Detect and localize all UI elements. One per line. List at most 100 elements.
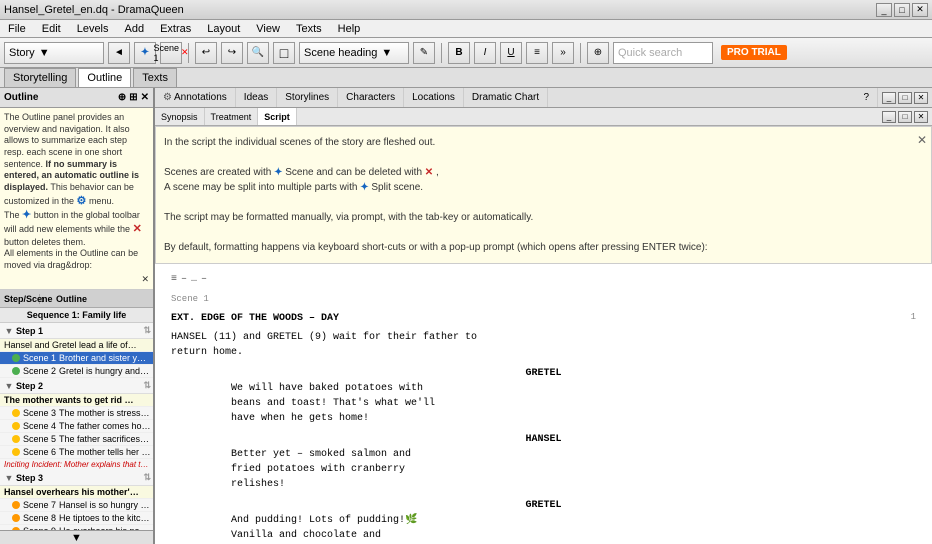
scene-1-text: Brother and sister yearn for their dear …: [59, 353, 151, 363]
tab-annotations[interactable]: ⚙ Annotations: [155, 88, 236, 107]
maximize-button[interactable]: □: [894, 3, 910, 17]
tab-storylines[interactable]: Storylines: [277, 88, 338, 107]
minimize-button[interactable]: _: [876, 3, 892, 17]
undo-button[interactable]: ↩: [195, 42, 217, 64]
outline-icon-2[interactable]: ⊞: [129, 92, 137, 103]
format-icon-3[interactable]: …: [191, 272, 197, 287]
outline-icon-1[interactable]: ⊕: [118, 92, 126, 103]
format-icon-2[interactable]: –: [181, 272, 187, 287]
scene-type-arrow: ▼: [381, 47, 392, 59]
more-btn[interactable]: »: [552, 42, 574, 64]
menu-edit[interactable]: Edit: [38, 23, 65, 35]
tab-help[interactable]: ?: [855, 88, 878, 107]
col-outline-header: Outline: [52, 294, 153, 304]
scene-2-row[interactable]: Scene 2 Gretel is hungry and inconsolabl…: [0, 365, 153, 378]
story-dropdown[interactable]: Story ▼: [4, 42, 104, 64]
menu-help[interactable]: Help: [334, 23, 365, 35]
subtab-close[interactable]: ✕: [914, 111, 928, 123]
format-icon-1[interactable]: ≡: [171, 272, 177, 287]
menu-file[interactable]: File: [4, 23, 30, 35]
inciting-2: Inciting Incident: Mother explains that …: [0, 459, 153, 470]
script-close-btn[interactable]: ✕: [914, 92, 928, 104]
script-maximize-btn[interactable]: □: [898, 92, 912, 104]
step-1-header[interactable]: ▼ Step 1 ⇅: [0, 323, 153, 339]
outline-close[interactable]: ✕: [141, 92, 149, 103]
annotations-gear-icon: ⚙: [163, 92, 172, 103]
tab-dramatic-chart[interactable]: Dramatic Chart: [464, 88, 548, 107]
zoom-button[interactable]: 🔍: [247, 42, 269, 64]
separator-2: [441, 43, 442, 63]
script-tab-row: ⚙ Annotations Ideas Storylines Character…: [155, 88, 932, 108]
tab-texts[interactable]: Texts: [133, 68, 177, 87]
outline-drag-close[interactable]: ✕: [141, 274, 149, 284]
scene-4-text: The father comes home and tries to smoot…: [59, 421, 151, 431]
scene-2-label: Scene 2: [23, 366, 59, 376]
back-button[interactable]: ◄: [108, 42, 130, 64]
tab-storytelling[interactable]: Storytelling: [4, 68, 76, 87]
menu-layout[interactable]: Layout: [203, 23, 244, 35]
outline-scroll-down[interactable]: ▼: [0, 530, 153, 544]
step-2-header[interactable]: ▼ Step 2 ⇅: [0, 378, 153, 394]
close-button[interactable]: ✕: [912, 3, 928, 17]
step-1-label: Step 1: [16, 326, 43, 336]
subtab-synopsis[interactable]: Synopsis: [155, 108, 205, 125]
bold-button[interactable]: B: [448, 42, 470, 64]
search-box[interactable]: Quick search: [613, 42, 713, 64]
menu-extras[interactable]: Extras: [156, 23, 195, 35]
scene-heading: EXT. EDGE OF THE WOODS – DAY: [171, 311, 339, 326]
scene-type-dropdown[interactable]: Scene heading ▼: [299, 42, 409, 64]
script-inner-toolbar: ≡ – … –: [171, 272, 916, 287]
outline-list[interactable]: Sequence 1: Family life ▼ Step 1 ⇅ Hanse…: [0, 308, 153, 530]
help-text4: A scene may be split into multiple parts…: [164, 180, 923, 195]
outline-panel: Outline ⊕ ⊞ ✕ The Outline panel provides…: [0, 88, 155, 544]
underline-button[interactable]: U: [500, 42, 522, 64]
menu-view[interactable]: View: [252, 23, 284, 35]
subtab-btn1[interactable]: _: [882, 111, 896, 123]
help-text1: In the script the individual scenes of t…: [164, 135, 923, 150]
tab-locations[interactable]: Locations: [404, 88, 464, 107]
zoom-out-button[interactable]: □: [273, 42, 295, 64]
scene-7-label: Scene 7: [23, 500, 59, 510]
scene-4-row[interactable]: Scene 4 The father comes home and tries …: [0, 420, 153, 433]
menu-add[interactable]: Add: [121, 23, 149, 35]
align-button[interactable]: ≡: [526, 42, 548, 64]
scene-3-row[interactable]: Scene 3 The mother is stressed and overw…: [0, 407, 153, 420]
scene-8-row[interactable]: Scene 8 He tiptoes to the kitchen to dri…: [0, 512, 153, 525]
step3-summary: Hansel overhears his mother's plans. Han…: [4, 487, 139, 497]
italic-button[interactable]: I: [474, 42, 496, 64]
help-close-btn[interactable]: ✕: [917, 131, 927, 149]
dialogue-1: We will have baked potatoes with beans a…: [231, 381, 856, 426]
outline-title: Outline: [4, 92, 38, 103]
scene-7-text: Hansel is so hungry that he can't sleep.: [59, 500, 151, 510]
scene-1-dot: [12, 354, 20, 362]
subtab-treatment[interactable]: Treatment: [205, 108, 259, 125]
tab-outline[interactable]: Outline: [78, 68, 131, 87]
menu-texts[interactable]: Texts: [292, 23, 326, 35]
format-icon-4[interactable]: –: [201, 272, 207, 287]
script-minimize-btn[interactable]: _: [882, 92, 896, 104]
scene-1-row[interactable]: Scene 1 Brother and sister yearn for the…: [0, 352, 153, 365]
dialogue-block-3: GRETEL And pudding! Lots of pudding!🌿 Va…: [171, 498, 916, 544]
scene-7-row[interactable]: Scene 7 Hansel is so hungry that he can'…: [0, 499, 153, 512]
subtab-script[interactable]: Script: [258, 108, 297, 125]
tab-ideas[interactable]: Ideas: [236, 88, 277, 107]
character-3: GRETEL: [171, 498, 916, 513]
help-overlay: ✕ In the script the individual scenes of…: [155, 126, 932, 264]
scene-6-label: Scene 6: [23, 447, 59, 457]
redo-button[interactable]: ↪: [221, 42, 243, 64]
scene-5-row[interactable]: Scene 5 The father sacrifices his share …: [0, 433, 153, 446]
menu-levels[interactable]: Levels: [73, 23, 113, 35]
scene-1-label: Scene 1: [23, 353, 59, 363]
subtab-btn2[interactable]: □: [898, 111, 912, 123]
subtab-controls: _ □ ✕: [878, 108, 932, 125]
tab-characters[interactable]: Characters: [338, 88, 404, 107]
pencil-button[interactable]: ✎: [413, 42, 435, 64]
outline-info-text1: The Outline panel provides an overview a…: [4, 112, 139, 180]
scene-heading-row: EXT. EDGE OF THE WOODS – DAY 1: [171, 311, 916, 326]
step-3-header[interactable]: ▼ Step 3 ⇅: [0, 470, 153, 486]
scene-6-row[interactable]: Scene 6 The mother tells her husband tha…: [0, 446, 153, 459]
script-content[interactable]: ≡ – … – Scene 1 EXT. EDGE OF THE WOODS –…: [155, 264, 932, 544]
scene-8-dot: [12, 514, 20, 522]
extra-btn1[interactable]: ⊕: [587, 42, 609, 64]
scene-nav-btn[interactable]: Scene 1 ✕: [160, 42, 182, 64]
